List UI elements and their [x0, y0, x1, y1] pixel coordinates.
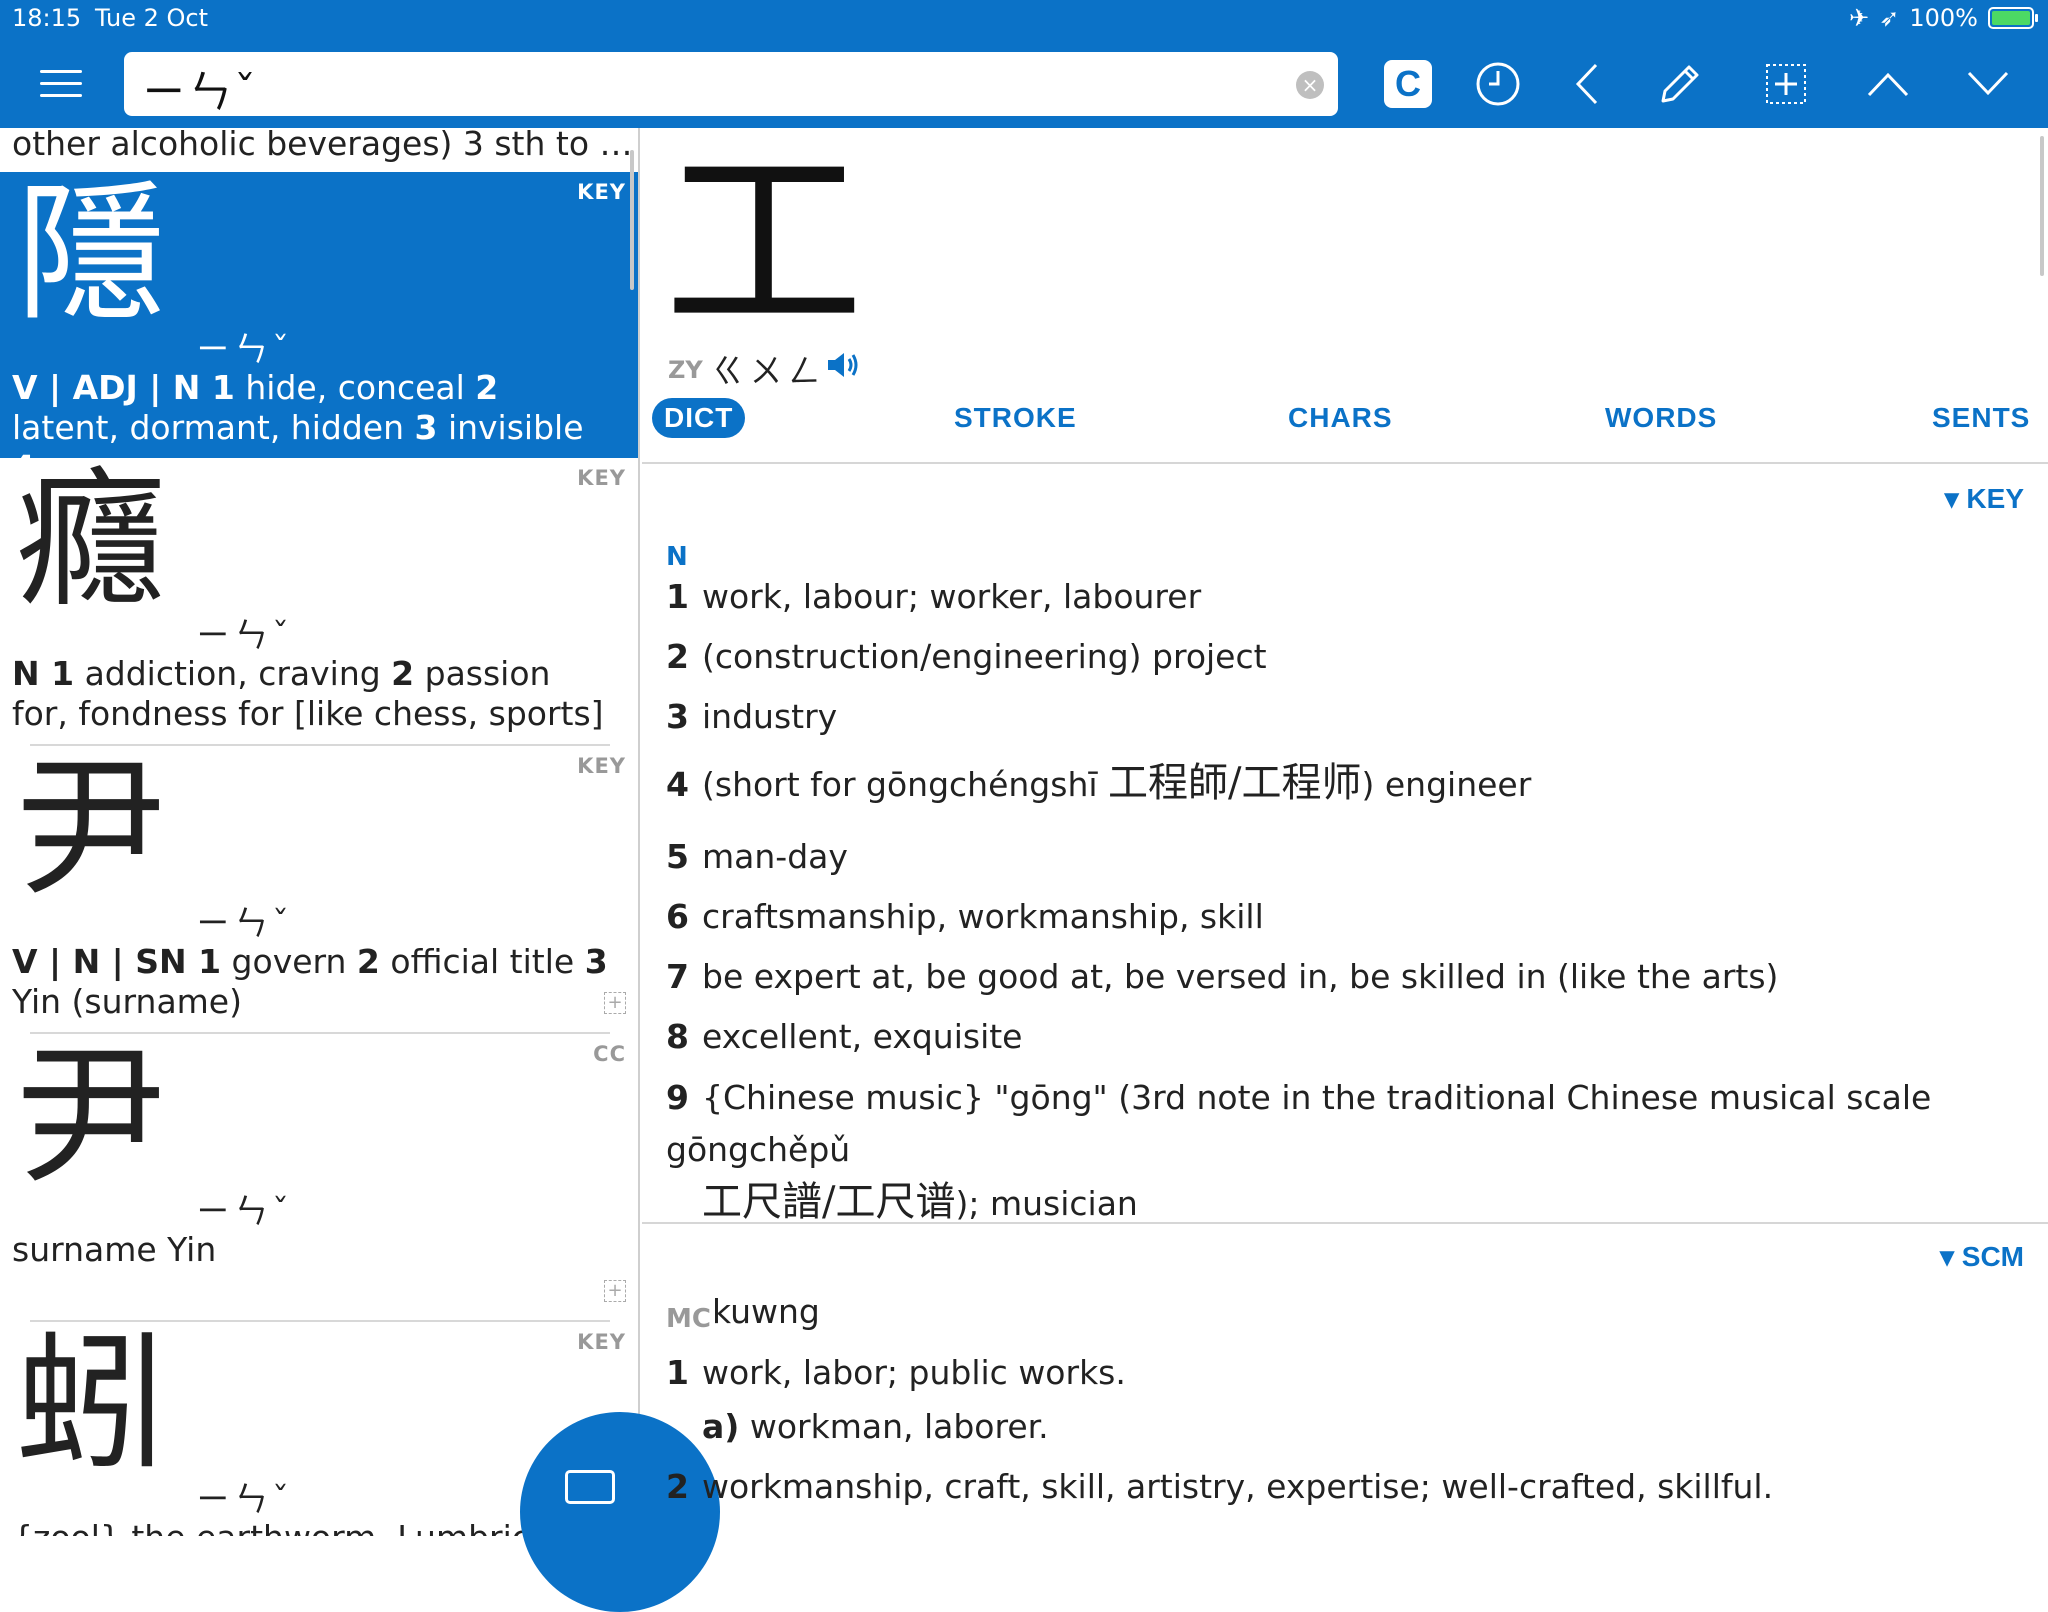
dictionary-tag: KEY [577, 180, 626, 204]
detail-scrollbar[interactable] [2040, 136, 2044, 276]
tab-sents[interactable]: SENTS [1932, 402, 2030, 434]
search-input[interactable]: ㄧㄣˇ × [124, 52, 1338, 118]
linked-word[interactable]: 工程師/工程师 [1108, 760, 1361, 806]
tab-words[interactable]: WORDS [1605, 402, 1717, 434]
status-indicators: ✈ ➶ 100% [1849, 4, 2038, 32]
clear-icon[interactable]: × [1296, 71, 1324, 99]
sense-item: 7 be expert at, be good at, be versed in,… [666, 957, 1779, 996]
entry-zhuyin: ㄧㄣˇ [196, 904, 293, 944]
location-icon: ➶ [1879, 4, 1900, 32]
list-item[interactable]: KEY 隱 ㄧㄣˇ V | ADJ | N 1 hide, conceal 2 … [0, 168, 638, 487]
zhuyin-label: ZY [668, 356, 703, 384]
list-item[interactable]: KEY 尹 ㄧㄣˇ V | N | SN 1 govern 2 official… [0, 742, 638, 1032]
entry-definition: N 1 addiction, craving 2 passion for, fo… [12, 654, 604, 733]
tab-chars[interactable]: CHARS [1288, 402, 1393, 434]
sense-item: 4 (short for gōngchéngshī 工程師/工程师) engine… [666, 760, 1532, 806]
entry-hanzi: 尹 [16, 742, 167, 916]
entry-zhuyin: ㄧㄣˇ [196, 1480, 293, 1520]
status-date: Tue 2 Oct [95, 4, 209, 32]
scm-section-toggle[interactable]: ▾ SCM [1940, 1240, 2024, 1273]
divider [642, 462, 2048, 464]
entry-hanzi: 蚓 [16, 1318, 167, 1492]
add-flashcard-icon[interactable]: + [604, 1280, 626, 1302]
headword-zhuyin: ㄍㄨㄥ [712, 352, 827, 390]
cc-mode-button[interactable]: C [1384, 60, 1432, 108]
divider [642, 1222, 2048, 1224]
pencil-icon[interactable] [1654, 58, 1706, 110]
entry-definition: V | N | SN 1 govern 2 official title 3 Y… [12, 942, 608, 1021]
list-item[interactable]: CC 尹 ㄧㄣˇ surname Yin + [0, 1030, 638, 1320]
down-icon[interactable] [1962, 58, 2014, 110]
dictionary-tag: KEY [577, 1330, 626, 1354]
sense-item: 2 workmanship, craft, skill, artistry, ex… [666, 1467, 1774, 1506]
sense-item: 2 (construction/engineering) project [666, 637, 1267, 676]
sense-item: 1 work, labour; worker, labourer [666, 577, 1202, 616]
part-of-speech: N [666, 542, 688, 572]
keyboard-icon[interactable] [565, 1470, 615, 1504]
key-section-toggle[interactable]: ▾ KEY [1945, 482, 2024, 515]
up-icon[interactable] [1862, 58, 1914, 110]
entry-zhuyin: ㄧㄣˇ [196, 330, 293, 370]
middle-chinese-value: kuwng [712, 1292, 820, 1331]
sense-item: 9 {Chinese music} "gōng" (3rd note in the… [666, 1078, 1932, 1225]
battery-icon [1988, 7, 2038, 29]
battery-percent: 100% [1909, 4, 1978, 32]
status-time: 18:15 [12, 4, 82, 32]
search-query[interactable]: ㄧㄣˇ [142, 56, 258, 120]
tab-stroke[interactable]: STROKE [954, 402, 1077, 434]
results-list[interactable]: other alcoholic beverages) 3 sth to … KE… [0, 128, 640, 1536]
airplane-icon: ✈ [1849, 4, 1870, 32]
entry-hanzi: 隱 [16, 168, 167, 342]
sense-item: 6 craftsmanship, workmanship, skill [666, 897, 1264, 936]
sense-item: 8 excellent, exquisite [666, 1017, 1023, 1056]
sub-sense-item: a) workman, laborer. [702, 1407, 1049, 1446]
sense-item: 1 work, labor; public works. [666, 1353, 1126, 1392]
headword-character: 工 [664, 128, 865, 360]
middle-chinese-label: MC [666, 1304, 711, 1334]
list-item[interactable]: KEY 癮 ㄧㄣˇ N 1 addiction, craving 2 passi… [0, 454, 638, 744]
tab-bar: DICT STROKE CHARS WORDS SENTS [642, 398, 2048, 452]
entry-hanzi: 尹 [16, 1030, 167, 1204]
list-scrollbar[interactable] [630, 150, 634, 290]
tab-dict[interactable]: DICT [652, 398, 746, 438]
entry-hanzi: 癮 [16, 454, 167, 628]
sense-item: 3 industry [666, 697, 838, 736]
back-icon[interactable] [1562, 58, 1614, 110]
entry-zhuyin: ㄧㄣˇ [196, 616, 293, 656]
sense-item: 5 man-day [666, 837, 848, 876]
add-flashcard-icon[interactable] [1760, 58, 1812, 110]
dictionary-tag: KEY [577, 466, 626, 490]
dictionary-tag: CC [593, 1042, 626, 1066]
top-bar: 18:15 Tue 2 Oct ✈ ➶ 100% ㄧㄣˇ × C [0, 0, 2048, 128]
list-item-partial[interactable]: other alcoholic beverages) 3 sth to … [12, 128, 633, 163]
history-icon[interactable] [1472, 58, 1524, 110]
linked-word[interactable]: 工尺譜/工尺谱 [702, 1179, 955, 1225]
dictionary-tag: KEY [577, 754, 626, 778]
entry-definition: surname Yin [12, 1230, 217, 1269]
entry-zhuyin: ㄧㄣˇ [196, 1192, 293, 1232]
detail-pane: 工 ZY ㄍㄨㄥ DICT STROKE CHARS WORDS SENTS ▾… [642, 128, 2048, 1536]
speaker-icon[interactable] [826, 350, 862, 380]
menu-icon[interactable] [40, 70, 82, 100]
add-flashcard-icon[interactable]: + [604, 992, 626, 1014]
